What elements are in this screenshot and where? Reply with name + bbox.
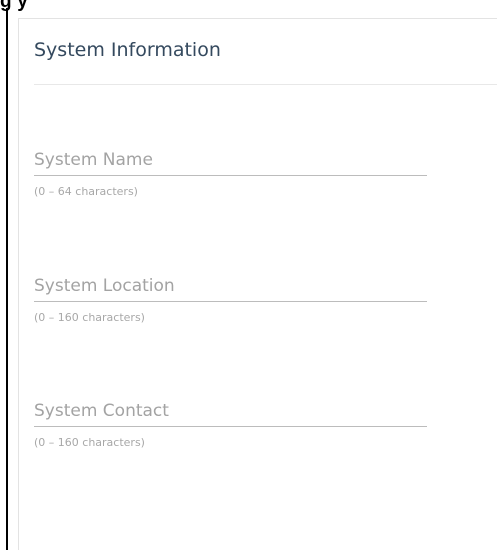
system-contact-input-label[interactable]: System Contact	[34, 400, 427, 422]
frame-left-border	[6, 8, 8, 550]
system-name-input-label[interactable]: System Name	[34, 149, 427, 171]
system-location-input-underline	[34, 301, 427, 302]
system-contact-hint: (0 – 160 characters)	[34, 436, 145, 449]
system-name-field[interactable]: System Name (0 – 64 characters)	[34, 149, 427, 198]
system-location-hint: (0 – 160 characters)	[34, 311, 145, 324]
system-contact-field[interactable]: System Contact (0 – 160 characters)	[34, 400, 427, 449]
panel-divider	[34, 84, 497, 85]
system-name-input-underline	[34, 175, 427, 176]
system-name-hint: (0 – 64 characters)	[34, 185, 138, 198]
system-contact-input-underline	[34, 426, 427, 427]
page: g y System Information System Name (0 – …	[0, 0, 497, 550]
system-location-field[interactable]: System Location (0 – 160 characters)	[34, 275, 427, 324]
panel-title: System Information	[34, 39, 221, 61]
system-location-input-label[interactable]: System Location	[34, 275, 427, 297]
system-information-panel: System Information System Name (0 – 64 c…	[18, 18, 497, 550]
page-heading-fragment: g y	[0, 0, 29, 12]
